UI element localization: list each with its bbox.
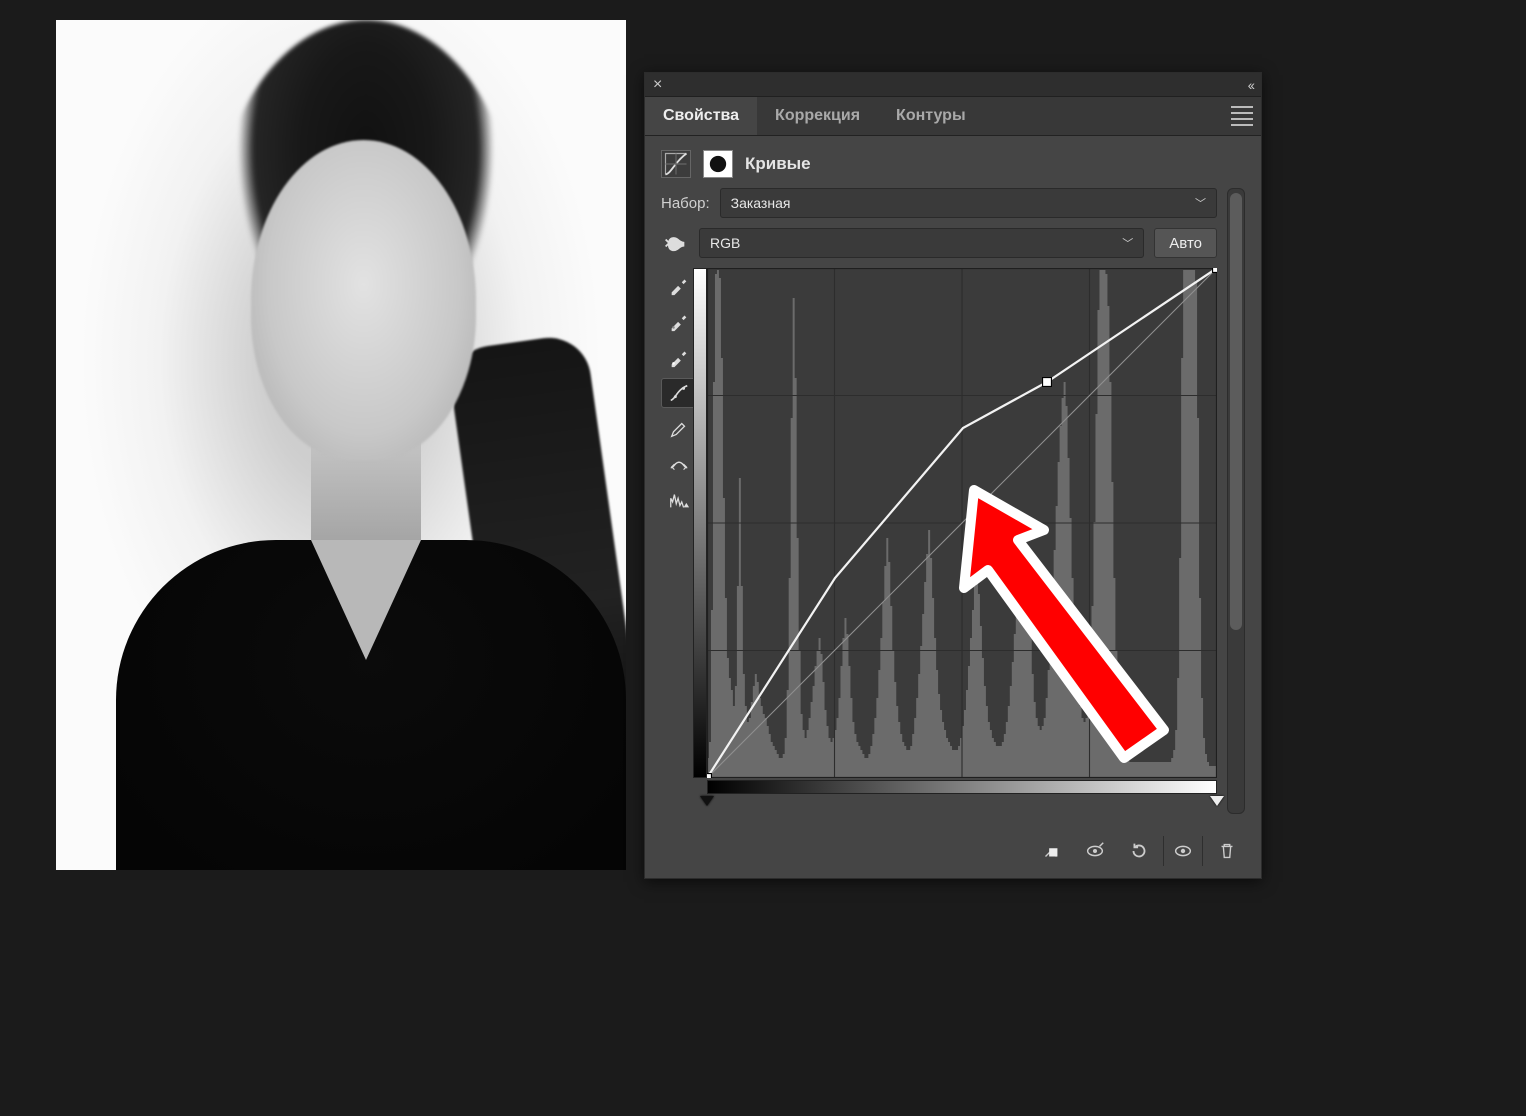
scrollbar-thumb[interactable] (1230, 193, 1242, 630)
trash-icon[interactable] (1207, 836, 1247, 866)
close-icon[interactable]: × (653, 77, 662, 93)
layer-mask-icon[interactable] (703, 150, 733, 178)
channel-select[interactable]: RGB ﹀ (699, 228, 1144, 258)
adjustment-title: Кривые (745, 154, 811, 174)
panel-menu-icon[interactable] (1231, 106, 1253, 126)
panel-titlebar[interactable]: × ‹‹ (645, 73, 1261, 97)
curves-adjustment-icon (661, 150, 691, 178)
eyedropper-gray-icon[interactable] (661, 306, 697, 336)
collapse-icon[interactable]: ‹‹ (1248, 77, 1253, 93)
photo-region (251, 140, 476, 460)
reset-icon[interactable] (1119, 836, 1159, 866)
auto-button[interactable]: Авто (1154, 228, 1217, 258)
visibility-icon[interactable] (1163, 836, 1203, 866)
tab-adjustments[interactable]: Коррекция (757, 97, 878, 135)
adjustment-header: Кривые (645, 136, 1261, 188)
preset-value: Заказная (731, 195, 791, 211)
smooth-icon[interactable] (661, 450, 697, 480)
tab-paths[interactable]: Контуры (878, 97, 984, 135)
tab-properties[interactable]: Свойства (645, 97, 757, 135)
pencil-icon[interactable] (661, 414, 697, 444)
preset-row: Набор: Заказная ﹀ (661, 188, 1217, 218)
histogram-warning-icon[interactable] (661, 486, 697, 516)
preset-select[interactable]: Заказная ﹀ (720, 188, 1217, 218)
curves-graph[interactable] (707, 268, 1217, 778)
tab-bar: Свойства Коррекция Контуры (645, 97, 1261, 136)
input-gradient (707, 780, 1217, 794)
view-previous-icon[interactable] (1075, 836, 1115, 866)
eyedropper-white-icon[interactable] (661, 342, 697, 372)
panel-scrollbar[interactable] (1227, 188, 1245, 814)
eyedropper-black-icon[interactable] (661, 270, 697, 300)
preset-label: Набор: (661, 195, 710, 212)
document-canvas[interactable] (56, 20, 626, 870)
curve-point-icon[interactable] (661, 378, 697, 408)
output-gradient (693, 268, 707, 778)
targeted-adjust-icon[interactable] (661, 229, 689, 257)
chevron-down-icon: ﹀ (1195, 195, 1206, 211)
channel-row: RGB ﹀ Авто (661, 228, 1217, 258)
channel-value: RGB (710, 235, 740, 251)
black-point-slider[interactable] (700, 796, 714, 806)
clip-to-layer-icon[interactable] (1031, 836, 1071, 866)
panel-footer (645, 826, 1261, 878)
white-point-slider[interactable] (1210, 796, 1224, 806)
properties-panel: × ‹‹ Свойства Коррекция Контуры Кривые Н… (644, 72, 1262, 879)
curves-canvas[interactable] (707, 268, 1217, 778)
chevron-down-icon: ﹀ (1122, 235, 1133, 251)
